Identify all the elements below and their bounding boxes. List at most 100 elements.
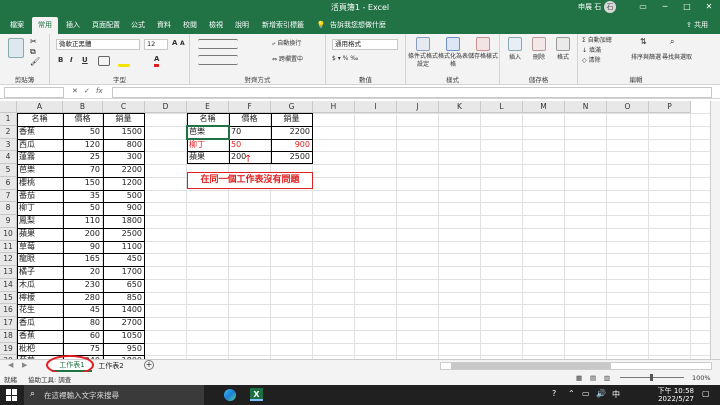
format-as-table-icon[interactable] — [446, 37, 460, 51]
insert-function-button[interactable]: fx — [96, 87, 103, 95]
row-header[interactable]: 9 — [0, 215, 17, 228]
row-header[interactable]: 16 — [0, 304, 17, 317]
add-sheet-button[interactable]: + — [144, 360, 154, 370]
name-box[interactable] — [4, 87, 64, 98]
delete-cells-icon[interactable] — [532, 37, 546, 51]
row-header[interactable]: 12 — [0, 253, 17, 266]
column-header[interactable]: L — [481, 101, 523, 113]
row-header[interactable]: 7 — [0, 189, 17, 203]
font-size-select[interactable]: 12 — [144, 39, 168, 50]
tab-view[interactable]: 檢視 — [204, 17, 228, 34]
format-cells-icon[interactable] — [556, 37, 570, 51]
sort-filter-icon[interactable]: ⇅ — [640, 37, 654, 51]
enter-icon[interactable]: ✓ — [84, 87, 90, 95]
row-header[interactable]: 4 — [0, 151, 17, 164]
tab-data[interactable]: 資料 — [152, 17, 176, 34]
cancel-icon[interactable]: ✕ — [72, 87, 78, 95]
notification-icon[interactable]: ▢ — [702, 389, 710, 398]
column-header[interactable]: H — [313, 101, 355, 113]
sheet-tab-2[interactable]: 工作表2 — [96, 360, 126, 372]
tab-insert[interactable]: 插入 — [60, 17, 86, 34]
user-name[interactable]: 申展 石 — [578, 2, 601, 12]
tab-home[interactable]: 常用 — [32, 17, 58, 34]
insert-cells-icon[interactable] — [508, 37, 522, 51]
find-icon[interactable]: ⌕ — [670, 37, 684, 51]
format-painter-icon[interactable]: 🖌 — [30, 57, 40, 66]
row-header[interactable]: 15 — [0, 291, 17, 305]
insert-cells-button[interactable]: 插入 — [502, 54, 528, 62]
row-header[interactable]: 14 — [0, 278, 17, 292]
format-as-table-button[interactable]: 格式化為表格 — [438, 53, 468, 69]
column-header[interactable]: E — [187, 101, 229, 113]
column-header[interactable]: B — [63, 101, 103, 113]
fill-button[interactable]: ↓ 填滿 — [582, 47, 601, 55]
page-layout-view-icon[interactable]: ▤ — [590, 374, 596, 382]
grow-font-icon[interactable]: A — [172, 39, 177, 47]
select-all-button[interactable] — [0, 101, 17, 113]
font-color-button[interactable]: A — [154, 55, 160, 67]
close-button[interactable]: ✕ — [698, 0, 720, 14]
find-select-button[interactable]: 尋找與選取 — [662, 54, 692, 62]
zoom-level[interactable]: 100% — [692, 374, 711, 382]
tab-formulas[interactable]: 公式 — [126, 17, 150, 34]
page-break-view-icon[interactable]: ▥ — [604, 374, 610, 382]
tray-chevron-icon[interactable]: ⌃ — [568, 389, 575, 398]
column-header[interactable]: J — [397, 101, 439, 113]
italic-button[interactable]: I — [70, 56, 73, 64]
horizontal-scroll-thumb[interactable] — [451, 363, 611, 369]
row-header[interactable]: 19 — [0, 342, 17, 356]
autosum-button[interactable]: Σ 自動加總 — [582, 37, 612, 45]
minimize-button[interactable]: ─ — [654, 0, 676, 14]
row-header[interactable]: 17 — [0, 317, 17, 330]
row-header[interactable]: 13 — [0, 266, 17, 279]
taskbar-search-box[interactable]: ⌕ 在這裡輸入文字來搜尋 — [24, 385, 204, 405]
row-header[interactable]: 1 — [0, 113, 17, 126]
column-header[interactable]: N — [565, 101, 607, 113]
row-header[interactable]: 8 — [0, 202, 17, 215]
help-icon[interactable]: ? — [552, 389, 556, 398]
column-header[interactable]: K — [439, 101, 481, 113]
bold-button[interactable]: B — [58, 56, 63, 64]
column-header[interactable]: O — [607, 101, 649, 113]
underline-button[interactable]: U — [82, 56, 88, 64]
scroll-right-icon[interactable]: ▶ — [22, 361, 27, 369]
shrink-font-icon[interactable]: A — [180, 40, 185, 47]
zoom-slider[interactable] — [620, 374, 684, 381]
vertical-scrollbar[interactable] — [710, 101, 720, 359]
edge-browser-icon[interactable] — [224, 389, 236, 401]
row-header[interactable]: 3 — [0, 138, 17, 152]
column-header[interactable]: C — [103, 101, 145, 113]
conditional-format-icon[interactable] — [416, 37, 430, 51]
conditional-format-button[interactable]: 條件式格式設定 — [408, 53, 438, 69]
avatar[interactable]: 石 — [604, 1, 616, 13]
wrap-text-button[interactable]: ⤶ 自動換行 — [272, 40, 301, 48]
column-header[interactable]: F — [229, 101, 271, 113]
copy-icon[interactable]: ⧉ — [30, 47, 40, 56]
fill-color-icon[interactable] — [118, 55, 130, 67]
share-button[interactable]: ⇪ 共用 — [682, 17, 712, 34]
paste-icon[interactable] — [8, 38, 24, 58]
merge-center-button[interactable]: ⇔ 跨欄置中 — [272, 56, 303, 64]
format-cells-button[interactable]: 格式 — [550, 54, 576, 62]
cut-icon[interactable]: ✂ — [30, 37, 40, 46]
column-header[interactable]: D — [145, 101, 187, 113]
tab-help[interactable]: 說明 — [230, 17, 254, 34]
sort-filter-button[interactable]: 排序與篩選 — [630, 54, 662, 62]
column-header[interactable]: M — [523, 101, 565, 113]
excel-taskbar-icon[interactable]: X — [250, 388, 263, 401]
spreadsheet-grid[interactable]: A B C D E F G H I J K L M N O P 1 2 3 4 5 6 7 8 9 10 11 12 13 14 15 16 1… — [0, 101, 720, 359]
align-left-icon[interactable] — [198, 55, 238, 65]
row-header[interactable]: 18 — [0, 329, 17, 343]
tab-review[interactable]: 校閱 — [178, 17, 202, 34]
accessibility-checker[interactable]: 協助工具: 調查 — [28, 374, 71, 384]
ribbon-display-icon[interactable]: ▭ — [632, 0, 654, 14]
font-name-select[interactable]: 微軟正黑體 — [56, 39, 140, 50]
network-icon[interactable]: ▭ — [582, 389, 590, 398]
column-header[interactable]: A — [17, 101, 63, 113]
clear-button[interactable]: ◇ 清除 — [582, 57, 601, 65]
windows-start-icon[interactable] — [6, 389, 18, 401]
cell-styles-icon[interactable] — [476, 37, 490, 51]
currency-icon[interactable]: $ ▾ % ‰ — [332, 55, 358, 63]
tell-me-search[interactable]: 告訴我您想做什麼 — [330, 17, 402, 34]
restore-button[interactable]: □ — [676, 0, 698, 14]
